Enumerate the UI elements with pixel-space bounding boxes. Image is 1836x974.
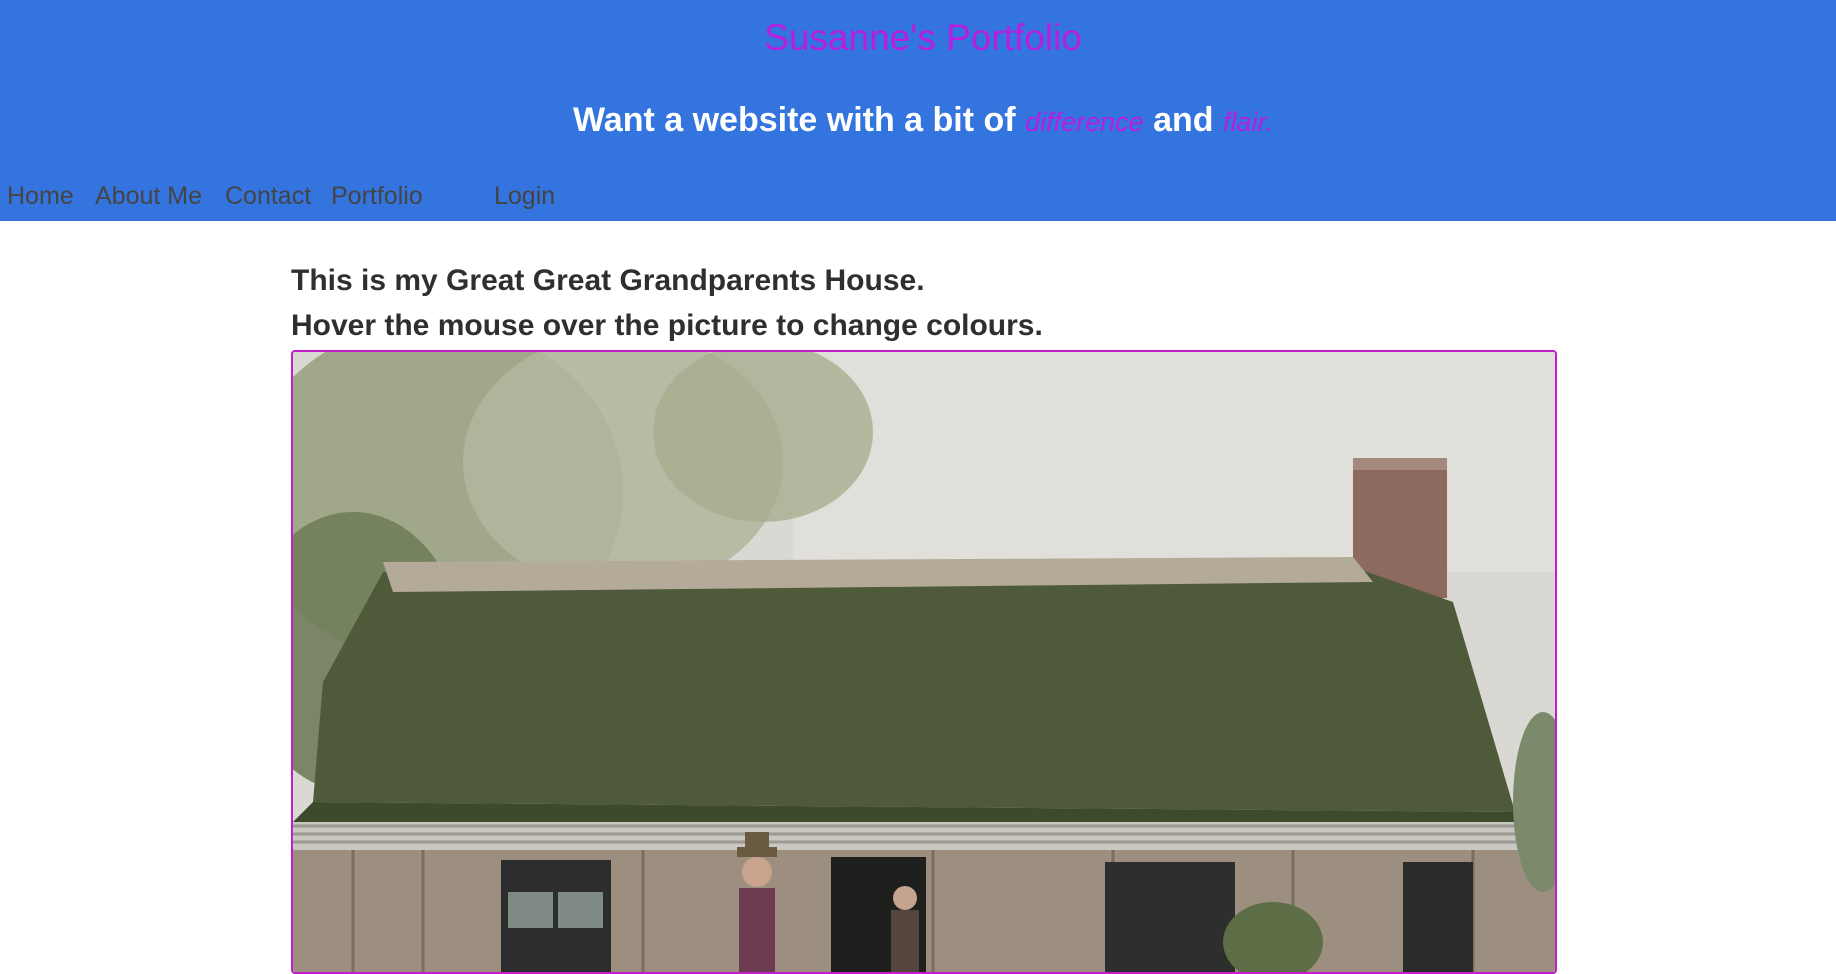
nav-portfolio[interactable]: Portfolio — [331, 178, 423, 214]
house-photo-image — [293, 352, 1555, 972]
nav-home[interactable]: Home — [7, 178, 74, 214]
tagline-start: Want a website with a bit of — [572, 101, 1016, 139]
tagline-flair: flair. — [1223, 107, 1274, 137]
site-header: Susanne's Portfolio Want a website with … — [0, 0, 1836, 221]
hover-instruction: Hover the mouse over the picture to chan… — [291, 309, 1043, 342]
nav-contact[interactable]: Contact — [225, 178, 311, 214]
nav-login[interactable]: Login — [494, 178, 555, 214]
site-title: Susanne's Portfolio — [764, 17, 1082, 58]
house-photo[interactable] — [291, 350, 1557, 974]
tagline-and: and — [1153, 101, 1214, 139]
nav-about-me[interactable]: About Me — [95, 178, 202, 214]
tagline-difference: difference — [1025, 107, 1144, 137]
intro-line: This is my Great Great Grandparents Hous… — [291, 264, 925, 297]
tagline: Want a website with a bit of difference … — [0, 96, 1836, 146]
